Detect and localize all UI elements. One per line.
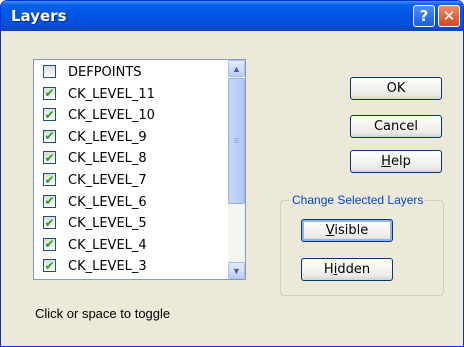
layer-name: CK_LEVEL_6 — [68, 194, 147, 210]
list-item[interactable]: ✔ CK_LEVEL_7 — [34, 170, 228, 191]
layers-dialog: Layers ? ✕ DEFPOINTS ✔ CK_LEVEL_11 ✔ CK_LEVE… — [0, 0, 464, 347]
checkbox-checked[interactable]: ✔ — [43, 173, 56, 186]
layer-name: CK_LEVEL_10 — [68, 108, 155, 124]
status-text: Click or space to toggle — [35, 306, 171, 321]
help-icon[interactable]: ? — [413, 5, 435, 27]
list-item[interactable]: ✔ CK_LEVEL_4 — [34, 235, 228, 256]
layer-name: DEFPOINTS — [68, 65, 142, 80]
layer-name: CK_LEVEL_11 — [68, 86, 155, 102]
layer-name: CK_LEVEL_4 — [68, 237, 147, 253]
checkbox-checked[interactable]: ✔ — [43, 216, 56, 230]
layers-list: DEFPOINTS ✔ CK_LEVEL_11 ✔ CK_LEVEL_10 ✔ CK_LEV… — [34, 60, 228, 279]
list-item[interactable]: ✔ CK_LEVEL_3 — [34, 256, 228, 277]
window-title: Layers — [11, 7, 67, 25]
scroll-thumb[interactable]: ≡ — [228, 78, 245, 204]
cancel-button-label: Cancel — [373, 119, 419, 134]
group-label: Change Selected Layers — [290, 193, 426, 207]
change-selected-layers-group — [280, 200, 444, 296]
layer-name: CK_LEVEL_5 — [68, 216, 147, 232]
layer-name: CK_LEVEL_3 — [68, 259, 147, 275]
layer-name: CK_LEVEL_8 — [68, 151, 147, 167]
scroll-down-icon[interactable]: ▼ — [228, 262, 245, 279]
vertical-scrollbar[interactable]: ▲ ≡ ▼ — [228, 60, 245, 279]
list-item[interactable]: ✔ CK_LEVEL_6 — [34, 192, 228, 213]
help-button[interactable]: Help — [350, 150, 442, 173]
list-item[interactable]: ✔ CK_LEVEL_5 — [34, 213, 228, 234]
hidden-button[interactable]: Hidden — [301, 258, 393, 281]
list-item[interactable]: DEFPOINTS — [34, 62, 228, 83]
hidden-button-label: Hidden — [323, 262, 371, 277]
checkbox-checked[interactable]: ✔ — [43, 237, 56, 251]
checkbox-checked[interactable]: ✔ — [43, 86, 56, 100]
title-bar[interactable]: Layers ? ✕ — [1, 1, 463, 31]
layer-name: CK_LEVEL_7 — [68, 173, 147, 188]
help-button-label: Help — [381, 154, 411, 169]
list-item[interactable]: ✔ CK_LEVEL_11 — [34, 84, 228, 105]
visible-button[interactable]: Visible — [301, 219, 393, 242]
close-icon[interactable]: ✕ — [438, 5, 460, 27]
checkbox-checked[interactable]: ✔ — [43, 259, 56, 273]
visible-button-label: Visible — [325, 223, 369, 238]
checkbox-unchecked[interactable] — [43, 65, 56, 78]
list-item[interactable]: ✔ CK_LEVEL_9 — [34, 127, 228, 148]
layer-name: CK_LEVEL_9 — [68, 129, 147, 145]
checkbox-checked[interactable]: ✔ — [43, 194, 56, 208]
ok-button[interactable]: OK — [350, 77, 442, 100]
cancel-button[interactable]: Cancel — [350, 115, 442, 138]
scroll-up-icon[interactable]: ▲ — [228, 60, 245, 77]
ok-button-label: OK — [386, 81, 406, 96]
list-item[interactable]: ✔ CK_LEVEL_8 — [34, 148, 228, 169]
list-item[interactable]: ✔ CK_LEVEL_10 — [34, 105, 228, 126]
layers-listbox[interactable]: DEFPOINTS ✔ CK_LEVEL_11 ✔ CK_LEVEL_10 ✔ CK_LEV… — [33, 59, 246, 280]
checkbox-checked[interactable]: ✔ — [43, 108, 56, 122]
checkbox-checked[interactable]: ✔ — [43, 129, 56, 143]
checkbox-checked[interactable]: ✔ — [43, 151, 56, 165]
